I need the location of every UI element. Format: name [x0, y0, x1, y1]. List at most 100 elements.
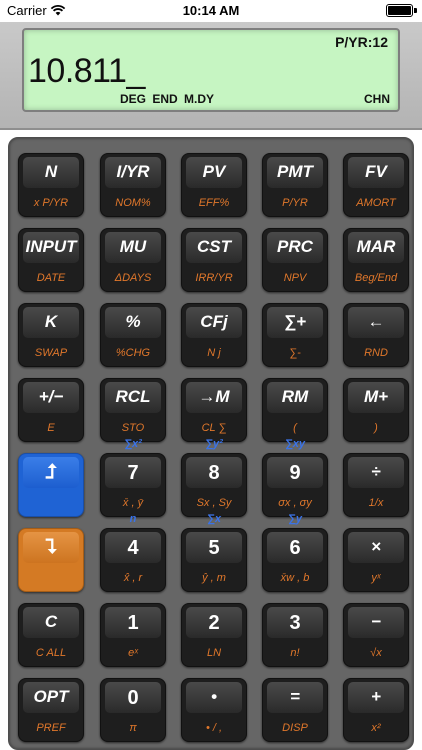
key-main-label: = — [290, 687, 300, 706]
key-main-label: K — [44, 312, 58, 331]
to-memory-key[interactable]: →M CL ∑ — [181, 378, 247, 442]
key-main-label: • — [211, 687, 217, 706]
mar-key[interactable]: MAR Beg/End — [343, 228, 409, 292]
key-shift-label: yˣ — [371, 572, 381, 584]
key-shift-label: P/YR — [282, 197, 308, 209]
key-shift-label: NPV — [283, 272, 307, 284]
6-key[interactable]: 6 x̄w , b — [262, 528, 328, 592]
8-key[interactable]: 8 Sx , Sy — [181, 453, 247, 517]
input-key[interactable]: INPUT DATE — [18, 228, 84, 292]
key-main-label: 6 — [289, 537, 301, 559]
prc-key[interactable]: PRC NPV — [262, 228, 328, 292]
key-main-label: C — [44, 612, 58, 631]
key-shift-label: ΔDAYS — [114, 272, 152, 284]
key-main-label: PMT — [277, 162, 313, 181]
shift-blue-key[interactable]: ⮥ — [18, 453, 84, 517]
blue-shift-label: ∑x — [207, 513, 221, 525]
key-shift-label: %CHG — [115, 347, 151, 359]
status-bar: Carrier 10:14 AM — [0, 0, 422, 22]
m-plus-key[interactable]: M+) — [343, 378, 409, 442]
5-key[interactable]: 5 ŷ , m — [181, 528, 247, 592]
key-main-label: 7 — [127, 462, 139, 484]
decimal-key[interactable]: • • / , — [181, 678, 247, 742]
payments-per-year-indicator: P/YR:12 — [335, 34, 388, 50]
key-shift-label: CL ∑ — [201, 422, 227, 434]
blue-shift-label: ∑x² — [124, 438, 142, 450]
pv-key[interactable]: PV EFF% — [181, 153, 247, 217]
pmt-key[interactable]: PMT P/YR — [262, 153, 328, 217]
divide-key[interactable]: ÷ 1/x — [343, 453, 409, 517]
9-key[interactable]: 9 σx , σy — [262, 453, 328, 517]
key-main-label: I/YR — [116, 162, 150, 181]
key-main-label: OPT — [33, 687, 69, 706]
2-key[interactable]: 2 LN — [181, 603, 247, 667]
key-main-label: MAR — [356, 237, 396, 256]
key-main-label: ← — [367, 312, 385, 331]
4-key[interactable]: 4 x̂ , r — [100, 528, 166, 592]
key-shift-label: σx , σy — [278, 497, 312, 509]
clear-key[interactable]: C C ALL — [18, 603, 84, 667]
key-shift-label: n! — [290, 647, 300, 659]
7-key[interactable]: 7 x̄ , ȳ — [100, 453, 166, 517]
blue-shift-label: ∑xy — [284, 438, 306, 450]
key-main-label: PRC — [277, 237, 313, 256]
key-main-label: FV — [365, 162, 387, 181]
key-main-label: RCL — [115, 387, 151, 406]
key-shift-label: DISP — [282, 722, 308, 734]
equals-key[interactable]: = DISP — [262, 678, 328, 742]
opt-key[interactable]: OPT PREF — [18, 678, 84, 742]
minus-key[interactable]: − √x — [343, 603, 409, 667]
key-shift-label: AMORT — [356, 197, 396, 209]
key-shift-label: Beg/End — [354, 272, 398, 284]
rm-key[interactable]: RM ( — [262, 378, 328, 442]
percent-key[interactable]: % %CHG — [100, 303, 166, 367]
key-shift-label: E — [47, 422, 55, 434]
key-main-label: →M — [198, 387, 230, 406]
1-key[interactable]: 1 eˣ — [100, 603, 166, 667]
key-shift-label: N j — [207, 347, 221, 359]
key-shift-label: x̄ , ȳ — [122, 497, 144, 509]
key-main-label: 1 — [127, 612, 139, 634]
multiply-key[interactable]: × yˣ — [343, 528, 409, 592]
key-shift-label: √x — [370, 647, 382, 659]
key-shift-label: x² — [371, 722, 381, 734]
shift-up-icon: ⮥ — [45, 461, 57, 483]
backspace-key[interactable]: ← RND — [343, 303, 409, 367]
rcl-key[interactable]: RCL STO — [100, 378, 166, 442]
fv-key[interactable]: FV AMORT — [343, 153, 409, 217]
cst-key[interactable]: CST IRR/YR — [181, 228, 247, 292]
key-shift-label: STO — [121, 422, 145, 434]
key-shift-label: x̂ , r — [123, 572, 143, 584]
key-shift-label: ∑- — [289, 347, 301, 359]
i-yr-key[interactable]: I/YR NOM% — [100, 153, 166, 217]
key-shift-label: NOM% — [115, 197, 151, 209]
cfj-key[interactable]: CFj N j — [181, 303, 247, 367]
key-main-label: CFj — [200, 312, 228, 331]
mu-key[interactable]: MU ΔDAYS — [100, 228, 166, 292]
0-key[interactable]: 0π — [100, 678, 166, 742]
display-mode-indicator: CHN — [364, 92, 390, 106]
key-main-label: 0 — [127, 687, 139, 709]
blue-shift-label: n — [129, 513, 137, 525]
key-main-label: 8 — [208, 462, 220, 484]
key-shift-label: PREF — [36, 722, 66, 734]
shift-orange-key[interactable]: ⮧ — [18, 528, 84, 592]
shift-down-icon: ⮧ — [45, 536, 57, 558]
key-shift-label: 1/x — [368, 497, 384, 509]
change-sign-key[interactable]: +/− E — [18, 378, 84, 442]
plus-key[interactable]: + x² — [343, 678, 409, 742]
key-main-label: ÷ — [371, 462, 381, 481]
n-key[interactable]: Nx P/YR — [18, 153, 84, 217]
key-shift-label: • / , — [205, 722, 223, 734]
sigma-plus-key[interactable]: ∑+ ∑- — [262, 303, 328, 367]
key-main-label: N — [44, 162, 58, 181]
blue-shift-label: ∑y — [288, 513, 302, 525]
key-main-label: % — [125, 312, 141, 331]
key-shift-label: IRR/YR — [195, 272, 233, 284]
blue-shift-label: ∑y² — [205, 438, 223, 450]
clock: 10:14 AM — [182, 3, 240, 18]
key-main-label: PV — [202, 162, 226, 181]
key-main-label: 2 — [208, 612, 220, 634]
3-key[interactable]: 3 n! — [262, 603, 328, 667]
k-key[interactable]: K SWAP — [18, 303, 84, 367]
